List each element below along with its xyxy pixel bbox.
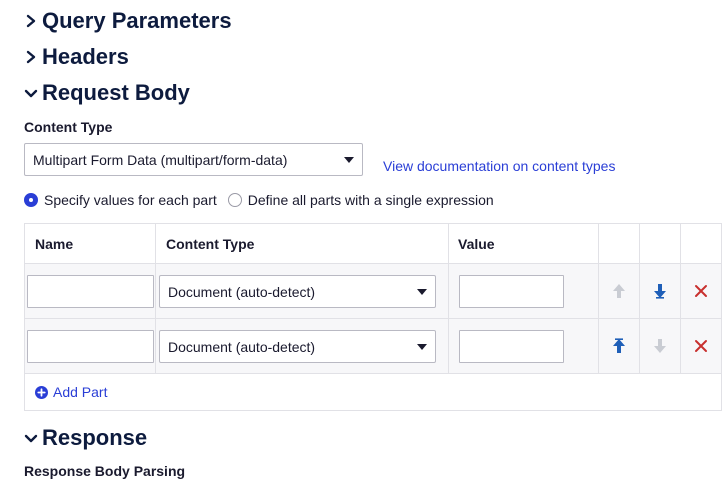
column-header-name: Name [35, 236, 74, 252]
add-part-label: Add Part [53, 384, 108, 400]
content-type-select[interactable]: Multipart Form Data (multipart/form-data… [24, 143, 363, 176]
caret-down-icon [417, 288, 427, 295]
parts-table: Name Content Type Value Document (auto-d… [24, 223, 722, 411]
plus-circle-icon [35, 385, 48, 399]
move-down-button[interactable] [650, 336, 670, 356]
caret-down-icon [344, 156, 354, 163]
view-documentation-link[interactable]: View documentation on content types [383, 158, 615, 174]
radio-label: Specify values for each part [44, 192, 217, 208]
arrow-down-icon [654, 284, 666, 299]
column-header-content-type: Content Type [166, 236, 255, 252]
close-icon [695, 340, 707, 352]
chevron-right-icon [24, 47, 38, 67]
column-divider [680, 224, 681, 374]
section-response[interactable]: Response [24, 425, 147, 451]
section-title: Query Parameters [42, 8, 232, 33]
section-request-body[interactable]: Request Body [24, 80, 190, 106]
part-value-input[interactable] [459, 330, 564, 363]
radio-single-expression[interactable]: Define all parts with a single expressio… [227, 192, 494, 208]
integration-request-editor: Query Parameters Headers Request Body Co… [0, 0, 728, 482]
move-down-button[interactable] [650, 281, 670, 301]
move-up-button[interactable] [609, 281, 629, 301]
part-value-input[interactable] [459, 275, 564, 308]
arrow-up-icon [613, 284, 625, 298]
column-divider [155, 224, 156, 374]
section-query-parameters[interactable]: Query Parameters [24, 8, 232, 34]
chevron-down-icon [24, 428, 38, 448]
close-icon [695, 285, 707, 297]
table-row: Document (auto-detect) [25, 264, 721, 319]
column-divider [639, 224, 640, 374]
part-name-input[interactable] [27, 275, 154, 308]
delete-part-button[interactable] [691, 336, 711, 356]
radio-specify-values[interactable]: Specify values for each part [24, 192, 217, 208]
radio-checked-icon[interactable] [24, 193, 38, 207]
body-mode-radio-group: Specify values for each part Define all … [24, 192, 494, 208]
table-row: Document (auto-detect) [25, 319, 721, 374]
part-name-input[interactable] [27, 330, 154, 363]
content-type-label: Content Type [24, 119, 113, 135]
select-value: Document (auto-detect) [168, 338, 316, 355]
part-content-type-select[interactable]: Document (auto-detect) [159, 330, 436, 363]
chevron-right-icon [24, 11, 38, 31]
part-content-type-select[interactable]: Document (auto-detect) [159, 275, 436, 308]
response-body-parsing-label: Response Body Parsing [24, 463, 186, 479]
column-header-value: Value [458, 236, 495, 252]
delete-part-button[interactable] [691, 281, 711, 301]
column-divider [598, 224, 599, 374]
table-header-row: Name Content Type Value [25, 224, 721, 264]
column-divider [448, 224, 449, 374]
move-up-button[interactable] [609, 336, 629, 356]
section-title: Headers [42, 44, 129, 69]
select-value: Document (auto-detect) [168, 283, 316, 300]
arrow-up-icon [613, 338, 625, 353]
select-value: Multipart Form Data (multipart/form-data… [33, 151, 288, 168]
section-headers[interactable]: Headers [24, 44, 129, 70]
radio-label: Define all parts with a single expressio… [247, 192, 494, 208]
arrow-down-icon [654, 339, 666, 353]
section-title: Request Body [42, 80, 190, 105]
add-part-button[interactable]: Add Part [35, 384, 107, 400]
caret-down-icon [417, 343, 427, 350]
radio-unchecked-icon[interactable] [227, 193, 242, 207]
chevron-down-icon [24, 83, 38, 103]
section-title: Response [42, 425, 148, 450]
